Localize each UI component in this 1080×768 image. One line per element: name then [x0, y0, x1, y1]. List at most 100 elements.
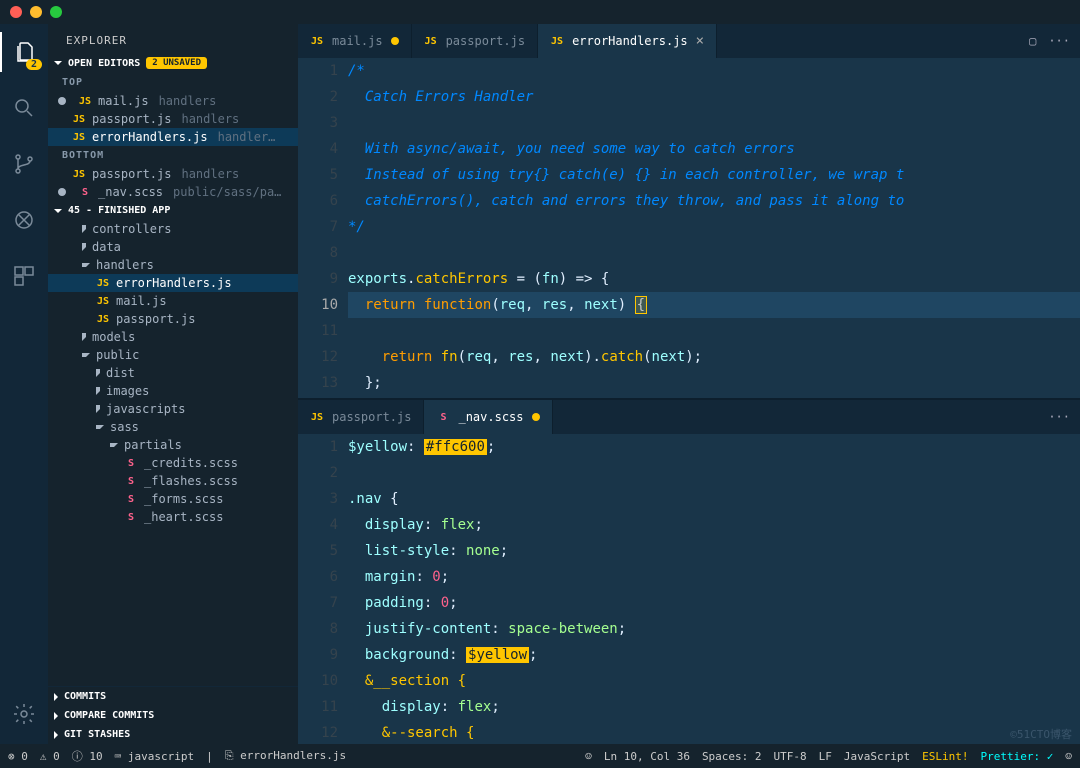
file-item[interactable]: S_forms.scss	[48, 490, 298, 508]
status-eslint[interactable]: ESLint!	[922, 750, 968, 763]
file-name: _nav.scss	[98, 185, 163, 199]
file-tree: controllersdatahandlersJSerrorHandlers.j…	[48, 220, 298, 686]
dirty-dot	[532, 413, 540, 421]
collapsed-section[interactable]: COMPARE COMMITS	[48, 706, 298, 725]
editor-tab[interactable]: JS passport.js	[412, 24, 538, 58]
project-header[interactable]: 45 - FINISHED APP	[48, 201, 298, 220]
minimize-window-dot[interactable]	[30, 6, 42, 18]
js-file-icon: JS	[72, 114, 86, 125]
js-file-icon: JS	[78, 96, 92, 107]
chevron-icon	[82, 225, 86, 233]
file-item[interactable]: S_credits.scss	[48, 454, 298, 472]
status-mode[interactable]: JavaScript	[844, 750, 910, 763]
editor-tab[interactable]: JS passport.js	[298, 400, 424, 434]
search-activity[interactable]	[0, 88, 48, 128]
status-file[interactable]: ⎘ errorHandlers.js	[225, 749, 346, 763]
file-item[interactable]: JSmail.js	[48, 292, 298, 310]
group-top: TOP	[48, 73, 298, 92]
extensions-icon	[12, 264, 36, 288]
collapsed-section[interactable]: GIT STASHES	[48, 725, 298, 744]
folder-item[interactable]: images	[48, 382, 298, 400]
tab-label: passport.js	[332, 410, 411, 424]
gear-icon	[12, 702, 36, 726]
open-editor-item[interactable]: JS passport.js handlers	[48, 110, 298, 128]
editor-area: JS mail.js JS passport.js JS errorHandle…	[298, 24, 1080, 744]
folder-item[interactable]: handlers	[48, 256, 298, 274]
editor-tab[interactable]: JS errorHandlers.js ×	[538, 24, 717, 58]
file-name: mail.js	[98, 94, 149, 108]
tab-label: passport.js	[446, 34, 525, 48]
chevron-right-icon	[54, 712, 58, 720]
file-path: handler…	[218, 130, 276, 144]
close-window-dot[interactable]	[10, 6, 22, 18]
open-editor-item[interactable]: JS passport.js handlers	[48, 165, 298, 183]
status-info[interactable]: ⓘ 10	[72, 748, 103, 764]
tabbar-top: JS mail.js JS passport.js JS errorHandle…	[298, 24, 1080, 58]
editor-bottom[interactable]: 123456789101112 $yellow: #ffc600; .nav {…	[298, 434, 1080, 744]
js-file-icon: JS	[310, 36, 324, 47]
folder-item[interactable]: sass	[48, 418, 298, 436]
chevron-icon	[82, 333, 86, 341]
sidebar: EXPLORER OPEN EDITORS 2 UNSAVED TOP JS m…	[48, 24, 298, 744]
dirty-dot	[58, 188, 66, 196]
open-editor-item[interactable]: JS mail.js handlers	[48, 92, 298, 110]
scss-file-icon: S	[124, 512, 138, 523]
settings-activity[interactable]	[0, 694, 48, 734]
branch-icon	[12, 152, 36, 176]
status-spaces[interactable]: Spaces: 2	[702, 750, 762, 763]
file-path: public/sass/pa…	[173, 185, 281, 199]
status-eol[interactable]: LF	[819, 750, 832, 763]
scm-activity[interactable]	[0, 144, 48, 184]
folder-item[interactable]: dist	[48, 364, 298, 382]
file-item[interactable]: S_heart.scss	[48, 508, 298, 526]
folder-item[interactable]: controllers	[48, 220, 298, 238]
status-warnings[interactable]: ⚠ 0	[40, 750, 60, 763]
explorer-badge: 2	[26, 59, 42, 70]
file-item[interactable]: S_flashes.scss	[48, 472, 298, 490]
chevron-icon	[82, 263, 90, 267]
js-file-icon: JS	[424, 36, 438, 47]
file-name: passport.js	[92, 112, 171, 126]
file-name: errorHandlers.js	[92, 130, 208, 144]
status-errors[interactable]: ⊗ 0	[8, 750, 28, 763]
titlebar	[0, 0, 1080, 24]
open-editor-item[interactable]: JS errorHandlers.js handler…	[48, 128, 298, 146]
js-file-icon: JS	[96, 314, 110, 325]
search-icon	[12, 96, 36, 120]
extensions-activity[interactable]	[0, 256, 48, 296]
js-file-icon: JS	[310, 412, 324, 423]
close-icon[interactable]: ×	[696, 33, 704, 49]
collapsed-section[interactable]: COMMITS	[48, 687, 298, 706]
status-encoding[interactable]: UTF-8	[774, 750, 807, 763]
folder-item[interactable]: data	[48, 238, 298, 256]
editor-top[interactable]: 12345678910111213 /* Catch Errors Handle…	[298, 58, 1080, 398]
chevron-icon	[82, 353, 90, 357]
more-icon[interactable]: ···	[1048, 410, 1070, 424]
status-bot-icon[interactable]: ☺	[585, 750, 592, 763]
file-item[interactable]: JSpassport.js	[48, 310, 298, 328]
debug-activity[interactable]	[0, 200, 48, 240]
folder-item[interactable]: public	[48, 346, 298, 364]
group-bottom: BOTTOM	[48, 146, 298, 165]
chevron-down-icon	[54, 61, 62, 65]
editor-tab[interactable]: S _nav.scss	[424, 400, 552, 434]
status-prettier[interactable]: Prettier: ✓	[981, 750, 1054, 763]
folder-item[interactable]: models	[48, 328, 298, 346]
more-icon[interactable]: ···	[1048, 34, 1070, 48]
activity-bar: 2	[0, 24, 48, 744]
file-item[interactable]: JSerrorHandlers.js	[48, 274, 298, 292]
status-feedback-icon[interactable]: ☺	[1065, 750, 1072, 763]
folder-item[interactable]: partials	[48, 436, 298, 454]
maximize-window-dot[interactable]	[50, 6, 62, 18]
js-file-icon: JS	[72, 169, 86, 180]
chevron-down-icon	[54, 209, 62, 213]
open-editor-item[interactable]: S _nav.scss public/sass/pa…	[48, 183, 298, 201]
open-editors-header[interactable]: OPEN EDITORS 2 UNSAVED	[48, 53, 298, 73]
split-editor-icon[interactable]: ▢	[1029, 34, 1036, 48]
folder-item[interactable]: javascripts	[48, 400, 298, 418]
explorer-activity[interactable]: 2	[0, 32, 48, 72]
status-language-picker[interactable]: ⌨ javascript	[115, 750, 194, 763]
chevron-icon	[96, 425, 104, 429]
editor-tab[interactable]: JS mail.js	[298, 24, 412, 58]
status-position[interactable]: Ln 10, Col 36	[604, 750, 690, 763]
